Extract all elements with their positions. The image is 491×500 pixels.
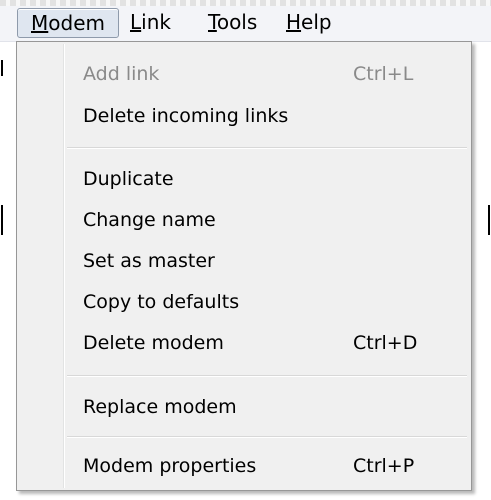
menu-item-label: Delete modem [83, 332, 224, 354]
menubar-label: odem [48, 11, 105, 35]
menubar-label: ools [216, 10, 258, 34]
menu-item-label: Copy to defaults [83, 291, 240, 313]
menu-item-label: Modem properties [83, 455, 257, 477]
menu-item-delete-incoming-links[interactable]: Delete incoming links [17, 98, 471, 134]
background-window-edge [1, 60, 3, 76]
menu-item-duplicate[interactable]: Duplicate [17, 161, 471, 197]
menu-item-label: Add link [83, 63, 160, 85]
menu-separator [67, 375, 467, 377]
menu-item-label: Delete incoming links [83, 105, 289, 127]
mnemonic-letter: M [31, 11, 49, 35]
window-top-edge [0, 0, 491, 6]
mnemonic-letter: H [286, 10, 302, 34]
menu-item-replace-modem[interactable]: Replace modem [17, 389, 471, 425]
menu-item-shortcut: Ctrl+P [353, 455, 415, 477]
menubar-label: elp [301, 10, 332, 34]
background-window-edge [1, 205, 3, 235]
menu-item-label: Change name [83, 209, 216, 231]
menu-item-shortcut: Ctrl+L [353, 63, 414, 85]
menu-separator [67, 147, 467, 149]
menu-item-set-as-master[interactable]: Set as master [17, 243, 471, 279]
menu-item-label: Set as master [83, 250, 215, 272]
menubar-item-modem[interactable]: Modem [17, 8, 119, 38]
menubar-item-tools[interactable]: Tools [208, 8, 257, 36]
menubar-label: ink [141, 10, 171, 34]
menubar-item-help[interactable]: Help [286, 8, 332, 36]
menubar-item-link[interactable]: Link [130, 8, 171, 36]
mnemonic-letter: L [130, 10, 142, 34]
menu-item-modem-properties[interactable]: Modem properties Ctrl+P [17, 448, 471, 484]
modem-dropdown-menu: Add link Ctrl+L Delete incoming links Du… [16, 41, 472, 491]
menu-item-copy-to-defaults[interactable]: Copy to defaults [17, 284, 471, 320]
menu-bar: Modem Link Tools Help [0, 0, 491, 42]
menu-separator [67, 436, 467, 438]
menu-item-delete-modem[interactable]: Delete modem Ctrl+D [17, 325, 471, 361]
menu-item-change-name[interactable]: Change name [17, 202, 471, 238]
mnemonic-letter: T [208, 10, 217, 34]
menu-item-label: Duplicate [83, 168, 174, 190]
menu-item-shortcut: Ctrl+D [353, 332, 418, 354]
background-window-edge [488, 205, 490, 235]
menu-item-add-link[interactable]: Add link Ctrl+L [17, 56, 471, 92]
menu-item-label: Replace modem [83, 396, 237, 418]
